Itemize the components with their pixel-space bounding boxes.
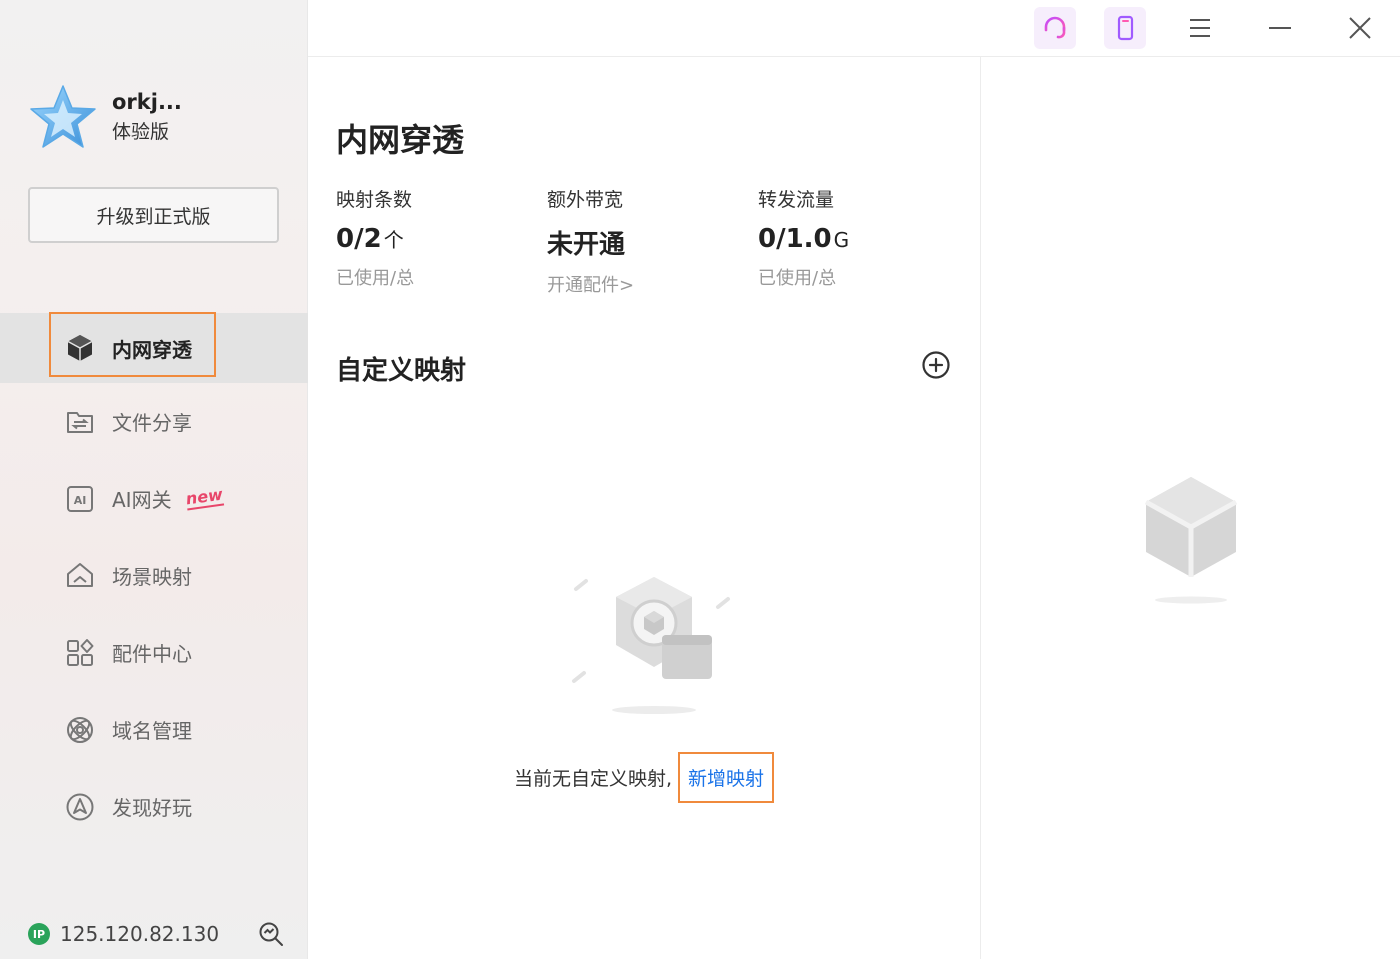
empty-state-illustration (572, 577, 730, 714)
page-title: 内网穿透 (336, 121, 465, 159)
svg-text:AI: AI (74, 494, 87, 507)
plan-label: 体验版 (112, 121, 170, 143)
stat-value: 未开通 (547, 230, 626, 260)
stat-traffic: 转发流量 0/1.0 G 已使用/总 (758, 185, 958, 290)
search-zoom-icon[interactable] (258, 921, 284, 947)
sidebar-item-label: 发现好玩 (112, 796, 192, 820)
star-avatar-icon (30, 85, 96, 148)
sidebar-item-label: 场景映射 (112, 565, 192, 589)
stat-value-wrap: 0/2 个 (336, 224, 536, 254)
apps-grid-icon (64, 637, 96, 669)
section-title: 自定义映射 (336, 356, 467, 386)
phone-icon (1117, 15, 1134, 41)
empty-state-message: 当前无自定义映射, 新增映射 (308, 752, 980, 803)
title-bar (308, 0, 1400, 57)
stat-value: 0/1.0 (758, 224, 832, 254)
domain-globe-icon (64, 714, 96, 746)
stat-sub: 已使用/总 (336, 268, 415, 289)
sidebar-item-intranet[interactable]: 内网穿透 (0, 312, 308, 383)
stat-sub: 已使用/总 (758, 268, 837, 289)
sidebar-item-label: 配件中心 (112, 642, 192, 666)
minimize-icon (1269, 27, 1291, 29)
sidebar-item-label: AI网关 (112, 488, 172, 512)
folder-share-icon (64, 406, 96, 438)
support-button[interactable] (1034, 7, 1076, 49)
stat-label: 转发流量 (758, 189, 835, 211)
sidebar-item-discover[interactable]: 发现好玩 (0, 768, 308, 845)
sidebar-item-label: 内网穿透 (112, 337, 192, 362)
stat-unit: 个 (383, 228, 404, 252)
sidebar-item-accessory-center[interactable]: 配件中心 (0, 614, 308, 691)
close-icon (1349, 17, 1371, 39)
stat-bandwidth: 额外带宽 未开通 开通配件> (547, 185, 747, 297)
menu-icon (1190, 19, 1210, 37)
compass-icon (64, 791, 96, 823)
minimize-button[interactable] (1259, 7, 1301, 49)
sidebar-item-file-share[interactable]: 文件分享 (0, 383, 308, 460)
stat-label: 映射条数 (336, 189, 413, 211)
add-circle-icon[interactable] (920, 349, 952, 381)
home-scene-icon (64, 560, 96, 592)
headset-icon (1044, 16, 1066, 39)
cube-icon (64, 332, 96, 364)
mobile-button[interactable] (1104, 7, 1146, 49)
sidebar-item-scene-mapping[interactable]: 场景映射 (0, 537, 308, 614)
add-mapping-link[interactable]: 新增映射 (678, 752, 775, 803)
ai-icon: AI (64, 483, 96, 515)
sidebar-item-domain[interactable]: 域名管理 (0, 691, 308, 768)
stat-value-wrap: 未开通 (547, 224, 747, 261)
ip-badge-icon: IP (28, 923, 50, 945)
sidebar-item-ai-gateway[interactable]: AI AI网关 new (0, 460, 308, 537)
upgrade-button[interactable]: 升级到正式版 (28, 187, 279, 243)
username: orkj... (112, 90, 182, 114)
stat-value: 0/2 (336, 224, 382, 254)
user-profile[interactable]: orkj... 体验版 (28, 82, 182, 152)
stat-unit: G (833, 228, 850, 252)
empty-cube-illustration (1144, 477, 1238, 604)
empty-state-text: 当前无自定义映射, (513, 768, 673, 790)
menu-button[interactable] (1179, 7, 1221, 49)
close-button[interactable] (1339, 7, 1381, 49)
sidebar-nav: 内网穿透 文件分享 AI AI网关 new 场景映射 配件中心 域名管理 发现好… (0, 312, 308, 845)
stat-label: 额外带宽 (547, 189, 624, 211)
stat-mappings: 映射条数 0/2 个 已使用/总 (336, 185, 536, 290)
ip-address: 125.120.82.130 (60, 922, 220, 946)
main-content: 内网穿透 映射条数 0/2 个 已使用/总 额外带宽 未开通 开通配件> 转发流量… (308, 57, 980, 959)
sidebar: orkj... 体验版 升级到正式版 内网穿透 文件分享 AI AI网关 new… (0, 0, 308, 959)
sidebar-item-label: 域名管理 (112, 719, 192, 743)
detail-panel (980, 57, 1400, 959)
activate-accessory-link[interactable]: 开通配件> (547, 271, 747, 297)
ip-bar: IP 125.120.82.130 (28, 918, 288, 950)
sidebar-item-label: 文件分享 (112, 411, 192, 435)
stat-value-wrap: 0/1.0 G (758, 224, 958, 254)
new-badge: new (184, 484, 224, 511)
